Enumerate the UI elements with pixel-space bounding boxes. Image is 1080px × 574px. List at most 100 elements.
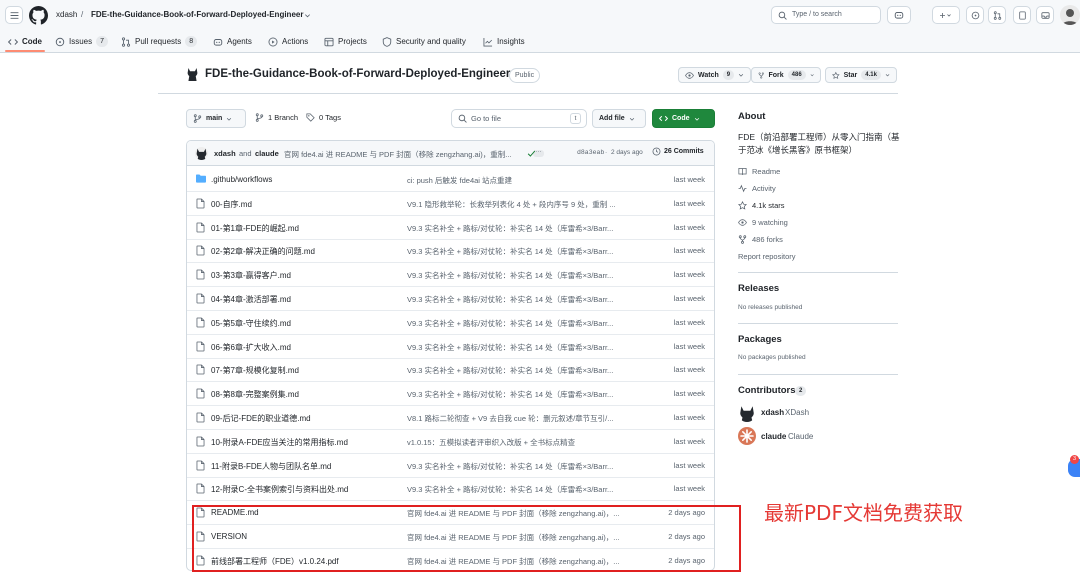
search-input[interactable]: Type / to search xyxy=(771,6,881,24)
star-label: Star xyxy=(843,71,858,79)
tab-actions[interactable]: Actions xyxy=(268,31,308,52)
menu-button[interactable] xyxy=(5,6,23,24)
report-repository-link[interactable]: Report repository xyxy=(738,252,796,261)
table-row[interactable]: 11-附录B-FDE人物与团队名单.md V9.3 实名补全 + 路标/对仗轮：补… xyxy=(187,454,714,478)
commits-history-link[interactable]: 26 Commits xyxy=(652,147,704,156)
packages-heading[interactable]: Packages xyxy=(738,334,782,345)
tab-agents[interactable]: Agents xyxy=(213,31,252,52)
floating-widget-button[interactable]: 3 xyxy=(1068,455,1080,477)
contributor-login[interactable]: claude xyxy=(761,432,786,441)
forks-link[interactable]: 486 forks xyxy=(738,235,783,244)
commit-coauthor[interactable]: claude xyxy=(255,149,279,158)
activity-link[interactable]: Activity xyxy=(738,184,776,193)
file-name[interactable]: 06-第6章-扩大收入.md xyxy=(211,342,291,353)
file-commit-message[interactable]: V9.1 隐形救举轮：长救举列表化 4 处 + 段内序号 9 处，重制 ... xyxy=(407,199,635,210)
file-commit-message[interactable]: v1.0.15：五模拟读者评审织入改版 + 全书标点精查 xyxy=(407,437,635,448)
table-row[interactable]: 01-第1章-FDE的崛起.md V9.3 实名补全 + 路标/对仗轮：补实名 1… xyxy=(187,216,714,240)
avatar[interactable] xyxy=(1060,5,1080,25)
file-name[interactable]: 08-第8章-完整案例集.md xyxy=(211,389,299,400)
file-name[interactable]: 02-第2章-解决正确的问题.md xyxy=(211,246,315,257)
repo-link[interactable]: FDE-the-Guidance-Book-of-Forward-Deploye… xyxy=(91,10,303,19)
active-tab-indicator xyxy=(5,50,45,52)
file-name[interactable]: 12-附录C-全书案例索引与资料出处.md xyxy=(211,484,348,495)
file-name[interactable]: .github/workflows xyxy=(211,175,272,184)
table-row[interactable]: 08-第8章-完整案例集.md V9.3 实名补全 + 路标/对仗轮：补实名 14… xyxy=(187,382,714,407)
watch-button[interactable]: Watch 9 xyxy=(678,67,752,83)
tab-code[interactable]: Code xyxy=(8,31,42,52)
add-file-button[interactable]: Add file xyxy=(592,109,646,128)
go-to-file-input[interactable]: Go to file t xyxy=(451,109,587,128)
contributor-login[interactable]: xdash xyxy=(761,408,784,417)
copilot-button[interactable] xyxy=(887,6,911,24)
releases-heading[interactable]: Releases xyxy=(738,283,779,294)
table-row[interactable]: 06-第6章-扩大收入.md V9.3 实名补全 + 路标/对仗轮：补实名 14 … xyxy=(187,335,714,359)
commit-author[interactable]: xdash xyxy=(214,149,236,158)
tags-link[interactable]: 0 Tags xyxy=(306,113,341,122)
check-icon[interactable] xyxy=(527,149,536,158)
tab-insights[interactable]: Insights xyxy=(483,31,525,52)
file-icon xyxy=(196,484,205,494)
commit-message[interactable]: 官网 fde4.ai 进 README 与 PDF 封面（移除 zengzhan… xyxy=(284,149,524,160)
file-name[interactable]: 05-第5章-守住续约.md xyxy=(211,318,291,329)
table-row[interactable]: 09-后记-FDE的职业道德.md V8.1 路标二轮彻查 + V9 去自我 cu… xyxy=(187,406,714,430)
branches-link[interactable]: 1 Branch xyxy=(255,113,298,122)
file-name[interactable]: 11-附录B-FDE人物与团队名单.md xyxy=(211,461,331,472)
tab-issues[interactable]: Issues 7 xyxy=(55,31,109,52)
file-name[interactable]: 04-第4章-激活部署.md xyxy=(211,294,291,305)
pulls-header-button[interactable] xyxy=(988,6,1006,24)
code-button[interactable]: Code xyxy=(652,109,715,128)
commit-hash[interactable]: d8a3eab xyxy=(577,149,604,156)
table-row[interactable]: 12-附录C-全书案例索引与资料出处.md V9.3 实名补全 + 路标/对仗轮：… xyxy=(187,477,714,502)
file-name[interactable]: 10-附录A-FDE应当关注的常用指标.md xyxy=(211,437,348,448)
avatar[interactable] xyxy=(738,404,756,422)
file-commit-message[interactable]: V9.3 实名补全 + 路标/对仗轮：补实名 14 处（库雷希×3/Barr..… xyxy=(407,342,635,353)
github-logo-icon[interactable] xyxy=(29,6,48,25)
tab-pull-requests[interactable]: Pull requests 8 xyxy=(121,31,198,52)
file-commit-message[interactable]: V9.3 实名补全 + 路标/对仗轮：补实名 14 处（库雷希×3/Barr..… xyxy=(407,246,635,257)
branch-select[interactable]: main xyxy=(186,109,246,128)
table-row[interactable]: 02-第2章-解决正确的问题.md V9.3 实名补全 + 路标/对仗轮：补实名 … xyxy=(187,239,714,264)
file-commit-message[interactable]: V9.3 实名补全 + 路标/对仗轮：补实名 14 处（库雷希×3/Barr..… xyxy=(407,223,635,234)
file-name[interactable]: 07-第7章-规模化复制.md xyxy=(211,365,299,376)
stars-link[interactable]: 4.1k stars xyxy=(738,201,785,210)
readme-link[interactable]: Readme xyxy=(738,167,780,176)
file-name[interactable]: 09-后记-FDE的职业道德.md xyxy=(211,413,311,424)
create-new-button[interactable] xyxy=(932,6,960,24)
contributors-heading[interactable]: Contributors xyxy=(738,385,796,396)
file-name[interactable]: 01-第1章-FDE的崛起.md xyxy=(211,223,299,234)
avatar[interactable] xyxy=(195,147,208,160)
inbox-button[interactable] xyxy=(1036,6,1054,24)
star-button[interactable]: Star 4.1k xyxy=(825,67,897,83)
file-commit-message[interactable]: ci: push 后触发 fde4ai 站点重建 xyxy=(407,175,635,186)
file-commit-message[interactable]: V9.3 实名补全 + 路标/对仗轮：补实名 14 处（库雷希×3/Barr..… xyxy=(407,389,635,400)
repositories-header-button[interactable] xyxy=(1013,6,1031,24)
table-row[interactable]: 05-第5章-守住续约.md V9.3 实名补全 + 路标/对仗轮：补实名 14 … xyxy=(187,311,714,335)
file-commit-message[interactable]: V9.3 实名补全 + 路标/对仗轮：补实名 14 处（库雷希×3/Barr..… xyxy=(407,318,635,329)
fork-button[interactable]: Fork 486 xyxy=(751,67,821,83)
shield-icon xyxy=(382,36,392,47)
owner-avatar-icon[interactable] xyxy=(186,67,199,82)
file-name[interactable]: 03-第3章-赢得客户.md xyxy=(211,270,291,281)
file-commit-message[interactable]: V9.3 实名补全 + 路标/对仗轮：补实名 14 处（库雷希×3/Barr..… xyxy=(407,270,635,281)
tab-security[interactable]: Security and quality xyxy=(382,31,466,52)
file-commit-message[interactable]: V9.3 实名补全 + 路标/对仗轮：补实名 14 处（库雷希×3/Barr..… xyxy=(407,294,635,305)
table-row[interactable]: 00-自序.md V9.1 隐形救举轮：长救举列表化 4 处 + 段内序号 9 处… xyxy=(187,192,714,216)
table-row[interactable]: 03-第3章-赢得客户.md V9.3 实名补全 + 路标/对仗轮：补实名 14 … xyxy=(187,263,714,288)
file-name[interactable]: 00-自序.md xyxy=(211,199,252,210)
file-commit-message[interactable]: V8.1 路标二轮彻查 + V9 去自我 cue 轮：删元叙述/章节互引/... xyxy=(407,413,635,424)
table-row[interactable]: .github/workflows ci: push 后触发 fde4ai 站点重… xyxy=(187,168,714,192)
file-commit-message[interactable]: V9.3 实名补全 + 路标/对仗轮：补实名 14 处（库雷希×3/Barr..… xyxy=(407,461,635,472)
table-row[interactable]: 10-附录A-FDE应当关注的常用指标.md v1.0.15：五模拟读者评审织入改… xyxy=(187,430,714,454)
table-row[interactable]: 04-第4章-激活部署.md V9.3 实名补全 + 路标/对仗轮：补实名 14 … xyxy=(187,287,714,311)
code-button-label: Code xyxy=(672,115,690,122)
avatar[interactable] xyxy=(738,427,756,445)
file-commit-message[interactable]: V9.3 实名补全 + 路标/对仗轮：补实名 14 处（库雷希×3/Barr..… xyxy=(407,484,635,495)
table-row[interactable]: 07-第7章-规模化复制.md V9.3 实名补全 + 路标/对仗轮：补实名 14… xyxy=(187,358,714,383)
chevron-down-icon[interactable] xyxy=(304,12,311,19)
repo-title[interactable]: FDE-the-Guidance-Book-of-Forward-Deploye… xyxy=(205,68,510,80)
tab-projects[interactable]: Projects xyxy=(324,31,367,52)
file-commit-message[interactable]: V9.3 实名补全 + 路标/对仗轮：补实名 14 处（库雷希×3/Barr..… xyxy=(407,365,635,376)
watching-link[interactable]: 9 watching xyxy=(738,218,788,227)
issues-header-button[interactable] xyxy=(966,6,984,24)
owner-link[interactable]: xdash xyxy=(56,10,77,19)
